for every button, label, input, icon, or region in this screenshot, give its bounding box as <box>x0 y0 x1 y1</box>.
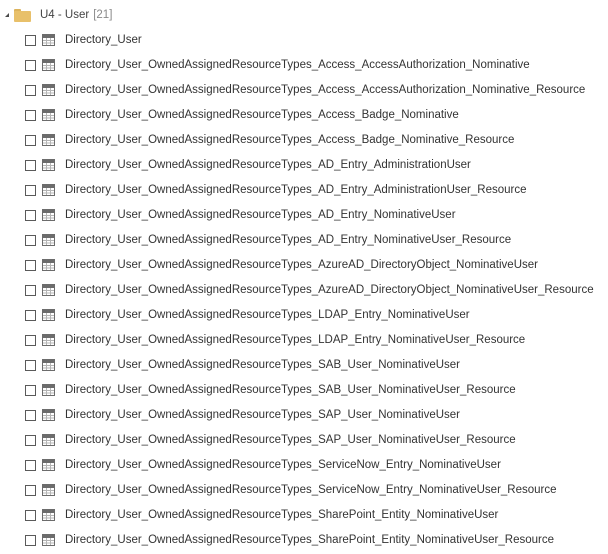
table-icon <box>42 359 55 371</box>
table-icon <box>42 409 55 421</box>
table-icon <box>42 284 55 296</box>
table-icon <box>42 534 55 546</box>
table-name-label: Directory_User_OwnedAssignedResourceType… <box>65 409 460 421</box>
table-name-label: Directory_User_OwnedAssignedResourceType… <box>65 134 514 146</box>
row-checkbox[interactable] <box>25 185 36 196</box>
table-row[interactable]: Directory_User_OwnedAssignedResourceType… <box>0 78 594 103</box>
folder-count: [21] <box>93 9 112 21</box>
table-name-label: Directory_User_OwnedAssignedResourceType… <box>65 109 459 121</box>
row-checkbox[interactable] <box>25 210 36 221</box>
row-checkbox[interactable] <box>25 435 36 446</box>
table-icon <box>42 84 55 96</box>
row-checkbox[interactable] <box>25 160 36 171</box>
table-icon <box>42 484 55 496</box>
folder-node[interactable]: U4 - User [21] <box>0 4 112 26</box>
table-icon <box>42 384 55 396</box>
row-checkbox[interactable] <box>25 110 36 121</box>
table-row[interactable]: Directory_User_OwnedAssignedResourceType… <box>0 178 594 203</box>
row-checkbox[interactable] <box>25 135 36 146</box>
table-name-label: Directory_User_OwnedAssignedResourceType… <box>65 384 516 396</box>
expanded-triangle-icon[interactable] <box>5 13 9 17</box>
table-row[interactable]: Directory_User_OwnedAssignedResourceType… <box>0 353 594 378</box>
table-row[interactable]: Directory_User_OwnedAssignedResourceType… <box>0 503 594 528</box>
table-name-label: Directory_User <box>65 34 142 46</box>
table-row[interactable]: Directory_User_OwnedAssignedResourceType… <box>0 278 594 303</box>
table-row[interactable]: Directory_User_OwnedAssignedResourceType… <box>0 253 594 278</box>
table-name-label: Directory_User_OwnedAssignedResourceType… <box>65 159 471 171</box>
table-name-label: Directory_User_OwnedAssignedResourceType… <box>65 184 526 196</box>
table-row[interactable]: Directory_User_OwnedAssignedResourceType… <box>0 428 594 453</box>
row-checkbox[interactable] <box>25 410 36 421</box>
table-name-label: Directory_User_OwnedAssignedResourceType… <box>65 459 501 471</box>
row-checkbox[interactable] <box>25 510 36 521</box>
table-row[interactable]: Directory_User_OwnedAssignedResourceType… <box>0 378 594 403</box>
table-row[interactable]: Directory_User_OwnedAssignedResourceType… <box>0 328 594 353</box>
table-icon <box>42 184 55 196</box>
table-icon <box>42 434 55 446</box>
row-checkbox[interactable] <box>25 485 36 496</box>
table-icon <box>42 509 55 521</box>
folder-icon <box>14 9 31 22</box>
table-row[interactable]: Directory_User_OwnedAssignedResourceType… <box>0 103 594 128</box>
table-name-label: Directory_User_OwnedAssignedResourceType… <box>65 334 525 346</box>
table-row[interactable]: Directory_User_OwnedAssignedResourceType… <box>0 528 594 553</box>
table-name-label: Directory_User_OwnedAssignedResourceType… <box>65 484 557 496</box>
table-row[interactable]: Directory_User <box>0 28 594 53</box>
table-icon <box>42 259 55 271</box>
table-list: Directory_User Directory_User_OwnedAssign… <box>0 28 594 553</box>
table-icon <box>42 34 55 46</box>
table-icon <box>42 59 55 71</box>
row-checkbox[interactable] <box>25 460 36 471</box>
table-icon <box>42 334 55 346</box>
row-checkbox[interactable] <box>25 85 36 96</box>
table-icon <box>42 234 55 246</box>
row-checkbox[interactable] <box>25 535 36 546</box>
row-checkbox[interactable] <box>25 360 36 371</box>
table-row[interactable]: Directory_User_OwnedAssignedResourceType… <box>0 203 594 228</box>
table-name-label: Directory_User_OwnedAssignedResourceType… <box>65 359 460 371</box>
row-checkbox[interactable] <box>25 260 36 271</box>
table-row[interactable]: Directory_User_OwnedAssignedResourceType… <box>0 153 594 178</box>
table-row[interactable]: Directory_User_OwnedAssignedResourceType… <box>0 53 594 78</box>
table-row[interactable]: Directory_User_OwnedAssignedResourceType… <box>0 303 594 328</box>
table-row[interactable]: Directory_User_OwnedAssignedResourceType… <box>0 453 594 478</box>
table-icon <box>42 309 55 321</box>
table-name-label: Directory_User_OwnedAssignedResourceType… <box>65 259 538 271</box>
table-icon <box>42 459 55 471</box>
table-row[interactable]: Directory_User_OwnedAssignedResourceType… <box>0 128 594 153</box>
folder-title: U4 - User <box>40 9 89 21</box>
table-row[interactable]: Directory_User_OwnedAssignedResourceType… <box>0 403 594 428</box>
table-name-label: Directory_User_OwnedAssignedResourceType… <box>65 534 554 546</box>
row-checkbox[interactable] <box>25 60 36 71</box>
table-name-label: Directory_User_OwnedAssignedResourceType… <box>65 284 594 296</box>
row-checkbox[interactable] <box>25 385 36 396</box>
row-checkbox[interactable] <box>25 35 36 46</box>
table-name-label: Directory_User_OwnedAssignedResourceType… <box>65 59 530 71</box>
table-icon <box>42 109 55 121</box>
row-checkbox[interactable] <box>25 235 36 246</box>
table-icon <box>42 159 55 171</box>
table-icon <box>42 134 55 146</box>
table-name-label: Directory_User_OwnedAssignedResourceType… <box>65 509 498 521</box>
row-checkbox[interactable] <box>25 310 36 321</box>
row-checkbox[interactable] <box>25 285 36 296</box>
table-row[interactable]: Directory_User_OwnedAssignedResourceType… <box>0 478 594 503</box>
row-checkbox[interactable] <box>25 335 36 346</box>
table-name-label: Directory_User_OwnedAssignedResourceType… <box>65 84 585 96</box>
table-name-label: Directory_User_OwnedAssignedResourceType… <box>65 309 470 321</box>
table-name-label: Directory_User_OwnedAssignedResourceType… <box>65 209 456 221</box>
table-name-label: Directory_User_OwnedAssignedResourceType… <box>65 434 516 446</box>
table-name-label: Directory_User_OwnedAssignedResourceType… <box>65 234 511 246</box>
table-icon <box>42 209 55 221</box>
table-row[interactable]: Directory_User_OwnedAssignedResourceType… <box>0 228 594 253</box>
